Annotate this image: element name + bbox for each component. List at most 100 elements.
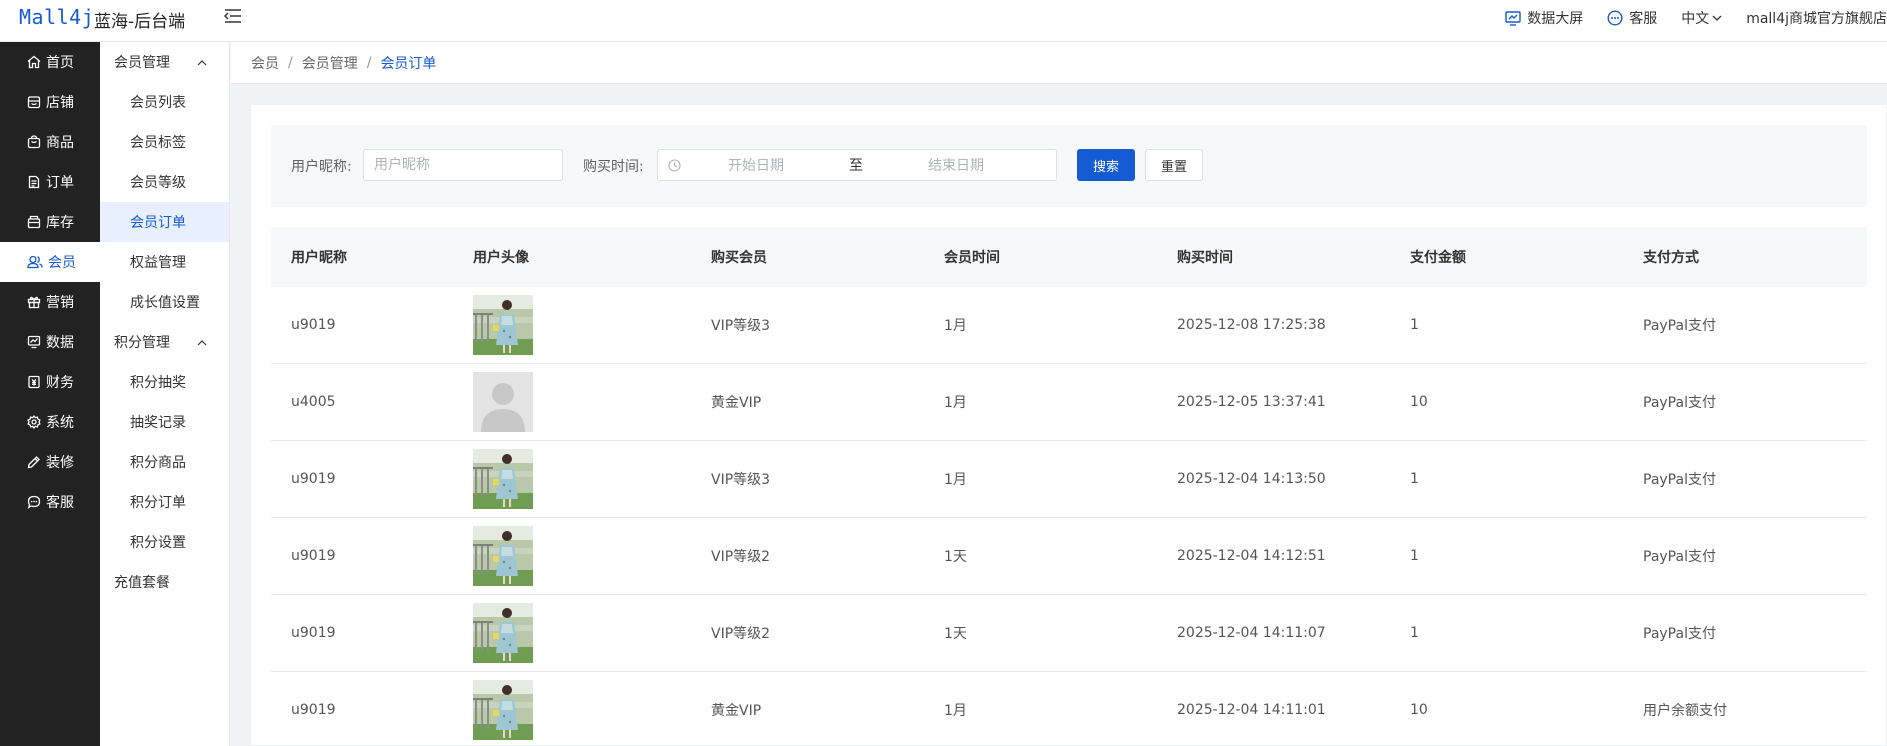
nickname-input[interactable] [363,149,563,181]
submenu-item-points-orders[interactable]: 积分订单 [100,482,229,522]
sidebar-item-decorate[interactable]: 装修 [0,442,100,482]
submenu-group-label: 充值套餐 [114,575,170,591]
finance-icon [28,375,40,389]
sidebar-item-product[interactable]: 商品 [0,122,100,162]
sidebar-item-home[interactable]: 首页 [0,42,100,82]
sidebar-item-service[interactable]: 客服 [0,482,100,522]
home-icon [27,55,41,69]
breadcrumb: 会员 / 会员管理 / 会员订单 [231,42,1887,84]
sidebar-item-label: 店铺 [46,95,74,111]
submenu-item-member-list[interactable]: 会员列表 [100,82,229,122]
submenu-item-lottery-records[interactable]: 抽奖记录 [100,402,229,442]
chat-icon [27,495,41,509]
user-avatar-photo [473,603,533,663]
sidebar-item-label: 库存 [46,215,74,231]
cell-purchase-time: 2025-12-08 17:25:38 [1177,317,1326,333]
cell-avatar [453,372,691,432]
clock-icon [668,158,681,172]
user-avatar-photo [473,526,533,586]
monitor-icon [1505,10,1521,26]
cell-duration: 1天 [944,626,967,642]
sidebar-item-finance[interactable]: 财务 [0,362,100,402]
shop-icon [27,96,41,109]
end-date-input[interactable]: 结束日期 [881,155,1031,175]
sidebar-item-member[interactable]: 会员 [0,242,100,282]
sidebar-item-label: 系统 [46,415,74,431]
user-menu[interactable]: mall4j商城官方旗舰店 [1746,8,1887,28]
sidebar-item-shop[interactable]: 店铺 [0,82,100,122]
cell-duration: 1月 [944,703,967,719]
cell-membership: VIP等级3 [711,472,771,488]
cell-amount: 1 [1410,548,1419,564]
sidebar-item-label: 数据 [46,335,74,351]
start-date-input[interactable]: 开始日期 [681,155,831,175]
cell-membership: VIP等级3 [711,318,771,334]
cell-amount: 1 [1410,317,1419,333]
breadcrumb-member[interactable]: 会员 [251,53,279,73]
cell-amount: 1 [1410,471,1419,487]
range-separator: 至 [849,158,863,174]
date-range-picker[interactable]: 开始日期 至 结束日期 [657,149,1057,181]
breadcrumb-member-orders: 会员订单 [380,55,437,72]
breadcrumb-member-management[interactable]: 会员管理 [302,53,358,73]
menu-fold-icon[interactable] [223,8,244,26]
member-icon [27,255,43,269]
submenu-item-points-lottery[interactable]: 积分抽奖 [100,362,229,402]
sub-sidebar: 会员管理 会员列表 会员标签 会员等级 会员订单 权益管理 成长值设置 积分管理… [100,42,230,746]
sidebar-item-marketing[interactable]: 营销 [0,282,100,322]
cell-nickname: u9019 [291,548,336,564]
submenu-item-member-tags[interactable]: 会员标签 [100,122,229,162]
table-row: u9019 黄金VIP 1月 2025-12-04 14:11:01 10 用户余额支付 [271,672,1867,746]
gift-icon [27,296,41,309]
column-header-nickname: 用户昵称 [291,250,347,266]
logo[interactable]: Mall4j [19,5,94,29]
main-sidebar: 首页 店铺 商品 订单 库存 会员 营销 数据 财务 系统 装修 客服 [0,42,100,746]
submenu-group-member-management[interactable]: 会员管理 [100,42,229,82]
customer-service-link[interactable]: 客服 [1607,8,1657,28]
submenu-group-points-management[interactable]: 积分管理 [100,322,229,362]
data-screen-link[interactable]: 数据大屏 [1505,8,1583,28]
table-header: 用户昵称 用户头像 购买会员 会员时间 购买时间 支付金额 支付方式 [271,227,1867,287]
cell-purchase-time: 2025-12-04 14:11:01 [1177,702,1326,718]
submenu-item-member-levels[interactable]: 会员等级 [100,162,229,202]
sidebar-item-data[interactable]: 数据 [0,322,100,362]
header-actions: 数据大屏 客服 中文 mall4j商城官方旗舰店 [1505,8,1887,28]
column-header-duration: 会员时间 [944,250,1000,266]
cell-duration: 1天 [944,549,967,565]
cell-membership: 黄金VIP [711,395,762,411]
cell-duration: 1月 [944,395,967,411]
user-name: mall4j商城官方旗舰店 [1746,11,1887,27]
search-panel: 用户昵称: 购买时间: 开始日期 至 结束日期 搜索 重置 [271,125,1867,207]
search-button[interactable]: 搜索 [1077,149,1135,181]
language-switch[interactable]: 中文 [1681,8,1722,28]
nickname-label: 用户昵称: [291,159,352,175]
cell-purchase-time: 2025-12-04 14:13:50 [1177,471,1326,487]
cell-membership: VIP等级2 [711,626,771,642]
submenu-item-points-products[interactable]: 积分商品 [100,442,229,482]
main-content: 用户昵称: 购买时间: 开始日期 至 结束日期 搜索 重置 用户昵称 用户头像 … [250,104,1887,746]
cell-purchase-time: 2025-12-05 13:37:41 [1177,394,1326,410]
chevron-down-icon [1712,15,1722,21]
cell-duration: 1月 [944,472,967,488]
sidebar-item-order[interactable]: 订单 [0,162,100,202]
cell-nickname: u9019 [291,471,336,487]
cell-payment: PayPal支付 [1643,626,1716,642]
sidebar-item-label: 客服 [46,495,74,511]
submenu-item-growth-settings[interactable]: 成长值设置 [100,282,229,322]
chevron-up-icon [197,339,207,345]
submenu-item-recharge[interactable]: 充值套餐 [100,562,229,602]
cell-nickname: u9019 [291,625,336,641]
column-header-avatar: 用户头像 [473,250,529,266]
submenu-item-points-settings[interactable]: 积分设置 [100,522,229,562]
sidebar-item-stock[interactable]: 库存 [0,202,100,242]
breadcrumb-separator: / [288,54,293,71]
reset-button[interactable]: 重置 [1145,149,1203,181]
submenu-group-label: 会员管理 [114,55,170,71]
stock-icon [27,215,41,229]
submenu-item-member-orders[interactable]: 会员订单 [100,202,229,242]
user-avatar-photo [473,449,533,509]
cell-avatar [453,295,691,355]
sidebar-item-label: 商品 [46,135,74,151]
sidebar-item-system[interactable]: 系统 [0,402,100,442]
submenu-item-benefits[interactable]: 权益管理 [100,242,229,282]
